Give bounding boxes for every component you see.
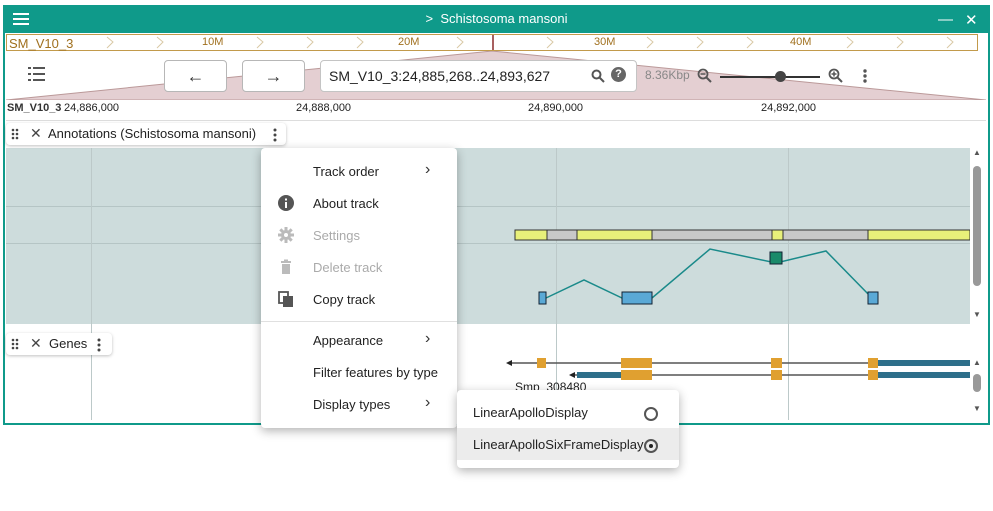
menu-item-delete-track: Delete track [313,260,383,275]
ruler-tick: 24,892,000 [761,102,817,114]
copy-icon [278,291,293,307]
forward-button[interactable]: → [242,60,305,92]
annotations-track-header: ✕ Annotations (Schistosoma mansoni) [6,123,286,145]
window-titlebar: > Schistosoma mansoni — ✕ [3,5,990,33]
minimize-icon[interactable]: — [938,11,953,28]
close-icon[interactable]: ✕ [965,11,978,29]
view-menu-icon[interactable] [862,68,868,84]
overview-tick: 20M [398,36,420,48]
close-track-icon[interactable]: ✕ [30,125,42,142]
menu-item-about-track[interactable]: About track [313,196,379,211]
ruler-refname: SM_V10_3 [7,102,62,114]
zoom-out-icon[interactable] [697,68,713,84]
zoom-level-text: 8.36Kbp [645,68,690,82]
genes-scrollbar[interactable]: ▲ ▼ [971,328,983,418]
drag-handle-icon[interactable] [11,338,19,350]
overview-tick: 30M [594,36,616,48]
chevron-right-icon: › [425,330,431,347]
menu-item-settings: Settings [313,228,360,243]
menu-item-appearance[interactable]: Appearance [313,333,383,348]
back-button[interactable]: ← [164,60,227,92]
location-input[interactable] [327,67,591,85]
chevron-right-icon: › [425,161,431,178]
drag-handle-icon[interactable] [11,128,19,140]
help-icon[interactable]: ? [611,67,626,82]
ruler-tick: 24,886,000 [64,102,120,114]
window-title[interactable]: > Schistosoma mansoni [3,11,990,26]
annotations-scrollbar[interactable]: ▲ ▼ [971,148,983,324]
display-type-option[interactable]: LinearApolloDisplay [457,396,679,428]
menu-item-display-types[interactable]: Display types [313,397,390,412]
track-context-menu: Track order › About track Settings Delet… [261,148,457,428]
gear-icon [278,227,294,243]
track-menu-icon[interactable] [272,128,278,142]
search-icon[interactable] [591,69,605,83]
annotation-features[interactable] [6,148,970,324]
track-label: Annotations (Schistosoma mansoni) [48,126,257,141]
overview-chevrons [106,35,954,50]
info-icon [278,195,294,211]
track-menu-icon[interactable] [96,338,102,352]
menu-item-copy-track[interactable]: Copy track [313,292,375,307]
chevron-right-icon: › [425,394,431,411]
menu-item-filter-features[interactable]: Filter features by type [313,365,438,380]
radio-selected-icon[interactable] [644,439,658,453]
menu-divider [261,321,457,322]
menu-item-track-order[interactable]: Track order [313,164,379,179]
chevron-right-icon: > [425,11,441,26]
ruler-tick: 24,888,000 [296,102,352,114]
display-types-submenu: LinearApolloDisplay LinearApolloSixFrame… [457,390,679,468]
trash-icon [281,259,291,274]
overview-scalebar[interactable]: SM_V10_3 10M 20M 30M 40M [6,34,978,51]
track-selector-icon[interactable] [28,66,46,87]
radio-unselected-icon[interactable] [644,407,658,421]
location-search-box[interactable] [320,60,637,92]
zoom-in-icon[interactable] [828,68,844,84]
track-label: Genes [49,336,88,351]
display-type-option[interactable]: LinearApolloSixFrameDisplay [457,428,679,460]
display-type-label: LinearApolloDisplay [473,405,588,420]
genes-track-header: ✕ Genes [6,333,112,355]
zoom-slider-thumb[interactable] [775,71,786,82]
overview-tick: 10M [202,36,224,48]
close-track-icon[interactable]: ✕ [30,335,42,352]
ruler-tick: 24,890,000 [528,102,584,114]
display-type-label: LinearApolloSixFrameDisplay [473,437,644,452]
overview-tick: 40M [790,36,812,48]
zoom-slider-track[interactable] [720,76,820,78]
coordinate-ruler: SM_V10_3 24,886,000 24,888,000 24,890,00… [6,100,986,121]
